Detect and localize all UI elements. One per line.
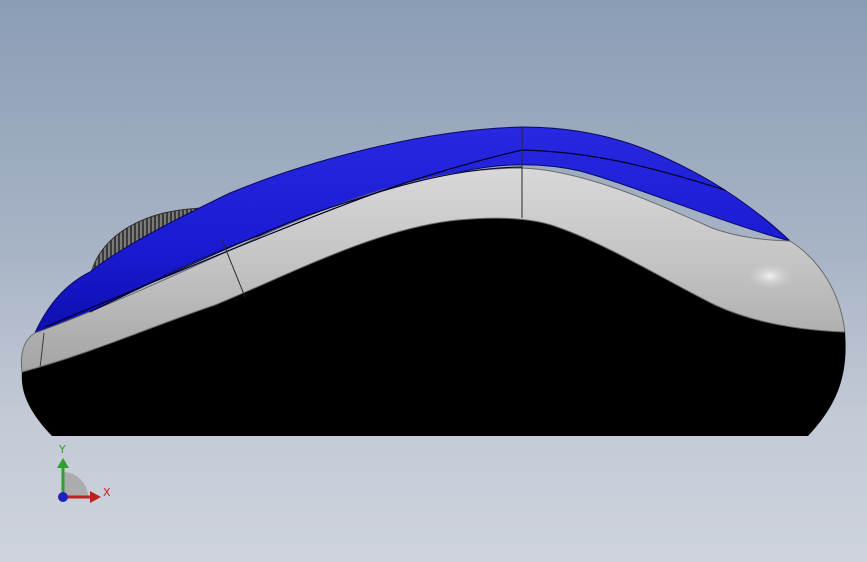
triad-z-axis — [58, 492, 68, 502]
triad-x-label: X — [103, 486, 111, 499]
triad-arc — [63, 472, 88, 497]
triad-x-arrowhead — [90, 491, 101, 503]
orientation-triad — [57, 458, 101, 503]
3d-viewport[interactable]: Y X — [0, 0, 867, 562]
model-scene[interactable] — [0, 0, 867, 562]
triad-y-arrowhead — [57, 458, 69, 468]
triad-y-label: Y — [59, 443, 66, 456]
side-panel-highlight — [746, 262, 794, 290]
